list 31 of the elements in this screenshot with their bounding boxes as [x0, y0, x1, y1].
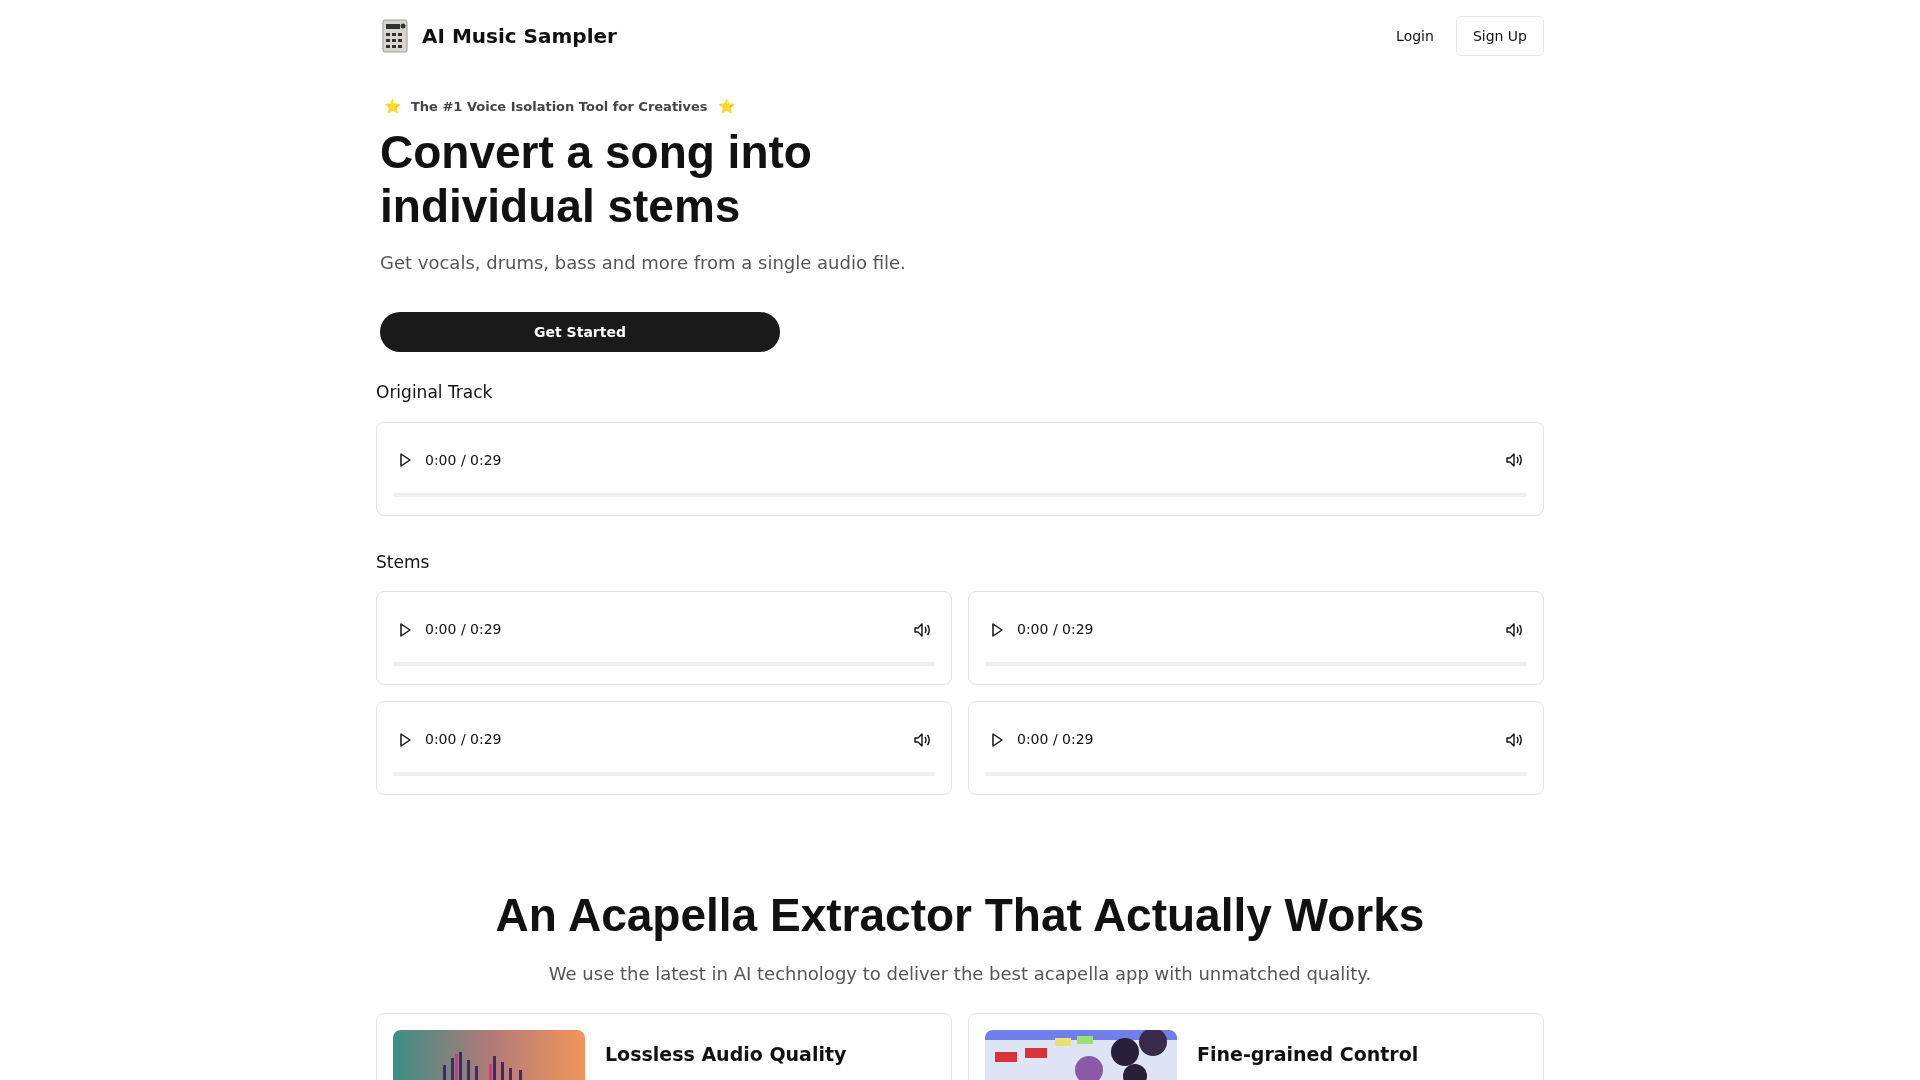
- section-heading: An Acapella Extractor That Actually Works: [494, 888, 1426, 943]
- time-display: 0:00 / 0:29: [425, 620, 502, 639]
- volume-icon[interactable]: [913, 731, 931, 748]
- time-display: 0:00 / 0:29: [425, 730, 502, 749]
- star-icon: ⭐: [384, 96, 401, 117]
- feature-title: Fine-grained Control: [1197, 1042, 1419, 1067]
- tagline: The #1 Voice Isolation Tool for Creatives: [411, 97, 708, 116]
- time-display: 0:00 / 0:29: [425, 450, 502, 470]
- play-icon[interactable]: [397, 621, 413, 638]
- sampler-logo-icon: [382, 19, 408, 53]
- star-icon: ⭐: [717, 96, 735, 117]
- hero-subtitle: Get vocals, drums, bass and more from a single audio file.: [380, 251, 907, 275]
- get-started-button[interactable]: Get Started: [380, 312, 780, 352]
- volume-icon[interactable]: [1505, 452, 1523, 468]
- volume-icon[interactable]: [913, 621, 931, 638]
- section-label: Original Track: [376, 381, 494, 404]
- brand-name: AI Music Sampler: [422, 23, 617, 50]
- play-icon[interactable]: [397, 731, 413, 748]
- time-display: 0:00 / 0:29: [1017, 620, 1094, 639]
- sign-up-button[interactable]: Sign Up: [1455, 16, 1544, 56]
- time-display: 0:00 / 0:29: [1017, 730, 1094, 749]
- play-icon[interactable]: [989, 621, 1005, 638]
- volume-icon[interactable]: [1505, 731, 1523, 748]
- login-link[interactable]: Login: [1396, 25, 1434, 47]
- play-icon[interactable]: [989, 731, 1005, 748]
- feature-title: Lossless Audio Quality: [605, 1042, 847, 1067]
- hero-heading: Convert a song into individual stems: [380, 125, 813, 233]
- section-subtitle: We use the latest in AI technology to deliver the best acapella app with unmatched quality.: [547, 962, 1373, 986]
- section-label: Stems: [376, 550, 431, 574]
- play-icon[interactable]: [397, 452, 413, 468]
- volume-icon[interactable]: [1505, 621, 1523, 638]
